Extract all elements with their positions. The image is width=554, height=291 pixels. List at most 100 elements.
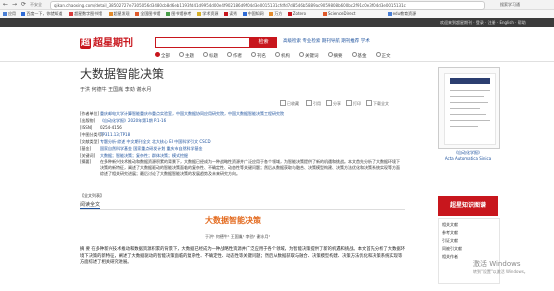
bookmark-icon: [224, 12, 229, 16]
related-box: [438, 218, 500, 284]
bookmark-icon: [108, 12, 113, 16]
bookmark-item[interactable]: Zotero: [287, 11, 306, 17]
bookmark-item[interactable]: 读秀: [224, 11, 237, 17]
meta-publication: [出版物] 《自动化学报》2020年第1期 P.1-16: [80, 118, 167, 123]
bookmark-item[interactable]: 中国知网: [242, 11, 264, 17]
url-input[interactable]: qikan.chaoxing.com/detail_38502727e73050…: [50, 1, 485, 10]
bookmark-icon: [269, 12, 274, 16]
scope-radio[interactable]: 机构: [275, 52, 290, 59]
print-icon: [346, 100, 352, 106]
bookmark-item[interactable]: 万方: [269, 11, 282, 17]
body-title: 大数据智能决策: [205, 216, 261, 225]
meta-keywords: [关键词] 大数据；智能决策；复杂性；群体决策；模式挖掘: [80, 153, 188, 158]
meta-abstract-label: [摘要]: [80, 159, 92, 164]
scope-radio[interactable]: 全部: [155, 52, 170, 59]
meta-fund: [基金] 国家自然科学基金 国家重点研发计划 重庆市自然科学基金: [80, 146, 203, 151]
scope-radio[interactable]: 刊名: [251, 52, 266, 59]
bookmark-icon: [166, 12, 171, 16]
download-tool[interactable]: 下载全文: [366, 100, 389, 106]
cover-line: [450, 108, 480, 109]
cover-line: [450, 126, 478, 127]
knowledge-graph-button[interactable]: 超星知识图谱: [438, 196, 498, 216]
bookmark-item[interactable]: 应用: [3, 11, 16, 17]
reload-icon[interactable]: ⟳: [21, 1, 26, 8]
search-xuexitong[interactable]: 搜索学习通: [500, 1, 520, 8]
cite-tool[interactable]: 引用: [306, 100, 321, 106]
scope-radio[interactable]: 基金: [351, 52, 367, 59]
abstract-text: 在多种新兴技术推动和数据资源积累的背景下，大数据已经成为一种战略性资源并广泛应用…: [100, 159, 400, 176]
read-tab-bar: 阅读全文: [80, 202, 405, 210]
cover-line: [450, 114, 486, 115]
body-authors: 于洪¹ 何德牛¹ 王国胤¹ 李劲¹ 谢水月¹: [205, 234, 271, 239]
scope-radio[interactable]: 关键词: [299, 52, 319, 59]
bookmark-item[interactable]: ScienceDirect: [323, 11, 355, 17]
journal-cover[interactable]: [438, 67, 500, 149]
forward-icon[interactable]: →: [12, 1, 17, 8]
bookmark-icon: [21, 12, 26, 16]
site-top-strip: 欢迎来到超星期刊 · 登录 · 注册 · English · 帮助: [0, 18, 554, 27]
full-list-label[interactable]: 【全文列表】: [80, 193, 104, 198]
bookmark-icon: [287, 12, 292, 16]
quote-icon: [306, 100, 312, 106]
scope-radio[interactable]: 摘要: [327, 52, 343, 59]
bookmark-icon: [387, 12, 392, 16]
bookmark-item[interactable]: 超星数字图书馆: [69, 11, 102, 17]
bookmark-item[interactable]: 图书馆参考: [166, 11, 191, 17]
bookmark-item[interactable]: 学术资源: [197, 11, 218, 17]
share-tool[interactable]: 分享: [326, 100, 341, 106]
bookmark-item[interactable]: 超星发现: [108, 11, 130, 17]
tab-read-fulltext[interactable]: 阅读全文: [80, 202, 101, 209]
cover-image: [444, 73, 496, 145]
share-icon: [326, 100, 332, 106]
scope-radio[interactable]: 作者: [227, 52, 242, 59]
cover-line: [450, 102, 488, 103]
header-divider: [0, 61, 554, 62]
cover-header: [450, 78, 490, 84]
bookmark-icon: [323, 12, 327, 16]
back-icon[interactable]: ←: [3, 1, 8, 8]
bookmark-item[interactable]: 百度一下，你就知道: [21, 11, 62, 17]
windows-activate-hint: 转到"设置"以激活 Windows。: [473, 269, 528, 274]
scope-radio[interactable]: 正文: [375, 52, 391, 59]
security-label[interactable]: 不安全: [30, 1, 42, 8]
logo-text: 超星期刊: [93, 38, 133, 49]
related-link[interactable]: 相关文献: [442, 222, 458, 227]
cover-caption[interactable]: 《自动化学报》: [438, 150, 498, 155]
bookmark-icon: [135, 12, 140, 16]
body-text: 摘 要 在多种新兴技术推动和数据资源积累的背景下，大数据已经成为一种战略性资源并…: [80, 247, 405, 265]
scope-radio[interactable]: 标题: [203, 52, 218, 59]
article-title: 大数据智能决策: [80, 67, 165, 81]
bookmark-item[interactable]: edu教育资源: [387, 11, 416, 17]
cover-line: [450, 90, 490, 91]
bookmark-icon: [242, 12, 247, 16]
meta-issn: [ISSN] 0254-4156: [80, 125, 122, 130]
logo-mark-icon: 超: [80, 38, 91, 49]
top-strip-links[interactable]: 欢迎来到超星期刊 · 登录 · 注册 · English · 帮助: [440, 20, 526, 25]
cover-line: [450, 120, 490, 121]
meta-affiliation: [作者单位]重庆邮电大学计算智能重庆市重点实验室，中国大数据协同应用研究院，中国…: [80, 111, 284, 116]
meta-doctype: [文献类型]专题分析·综述 中文期刊全文 北大核心 EI 中国科学引文 CSCD: [80, 139, 211, 144]
cover-line: [450, 96, 484, 97]
download-icon: [366, 100, 372, 106]
search-input[interactable]: [155, 37, 250, 48]
related-link[interactable]: 同被引文献: [442, 246, 462, 251]
bookmark-item[interactable]: 全国图书馆: [135, 11, 160, 17]
bookmark-icon: [197, 12, 202, 16]
scope-radio[interactable]: 主题: [179, 52, 194, 59]
cover-caption-en[interactable]: Acta Automatica Sinica: [438, 156, 498, 161]
related-link[interactable]: 引证文献: [442, 238, 458, 243]
search-button[interactable]: 检索: [250, 37, 277, 48]
print-tool[interactable]: 打印: [346, 100, 361, 106]
bookmark-icon: [69, 12, 74, 16]
browser-address-bar: ← → ⟳ 不安全 qikan.chaoxing.com/detail_3850…: [0, 0, 554, 10]
bookmark-icon: [3, 12, 7, 16]
search-scope-radios: 全部 主题 标题 作者 刊名 机构 关键词 摘要 基金 正文: [155, 52, 400, 60]
related-link[interactable]: 参考文献: [442, 230, 458, 235]
favorite-tool[interactable]: 已收藏: [280, 100, 299, 106]
star-icon: [280, 100, 286, 106]
meta-clc: [中图分类号]TP311.13;TP18: [80, 132, 131, 137]
windows-activate: 激活 Windows: [473, 260, 521, 268]
article-authors[interactable]: 于洪 何德牛 王国胤 李劲 谢水月: [80, 86, 151, 93]
advanced-search-links[interactable]: 高级检索 专业检索 期刊导航 期刊推荐 学术: [283, 39, 370, 45]
related-link[interactable]: 相关作者: [442, 254, 458, 259]
